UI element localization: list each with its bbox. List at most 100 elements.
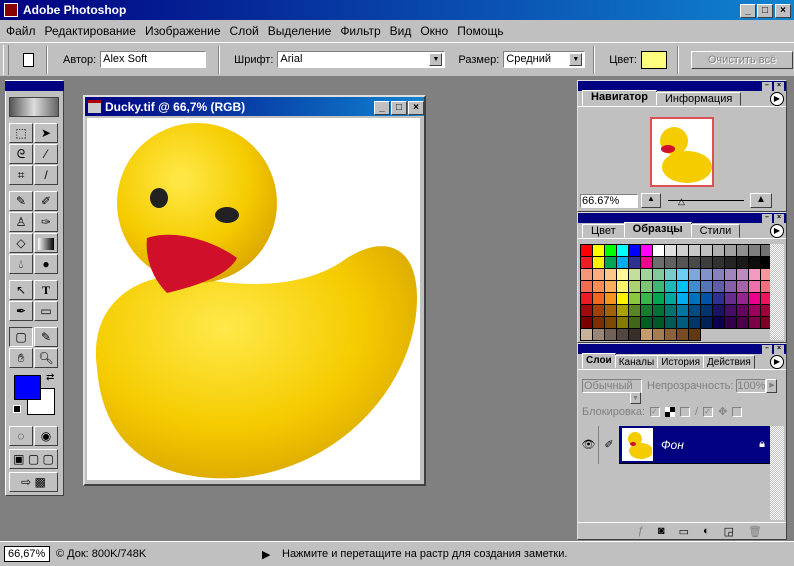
lock-all-checkbox[interactable] (732, 406, 743, 417)
swatches-scrollbar[interactable] (770, 244, 784, 340)
panel-close-button[interactable]: × (774, 345, 784, 354)
minimize-button[interactable]: _ (740, 4, 756, 18)
close-button[interactable]: × (775, 4, 791, 18)
status-bar: 66,67% © Док: 800K/748K ▶ Нажмите и пере… (0, 541, 794, 566)
move-tool[interactable]: ➤ (34, 123, 58, 143)
app-title: Adobe Photoshop (23, 3, 127, 17)
menu-edit[interactable]: Редактирование (45, 24, 136, 38)
foreground-color[interactable] (14, 375, 41, 400)
stamp-tool[interactable]: ♙ (9, 212, 33, 232)
tab-layers[interactable]: Слои (582, 353, 616, 369)
lock-image-checkbox[interactable] (680, 406, 691, 417)
navigator-thumbnail[interactable] (650, 117, 714, 187)
healing-brush-tool[interactable]: ✎ (9, 191, 33, 211)
doc-minimize-button[interactable]: _ (374, 100, 390, 115)
history-brush-tool[interactable]: ✑ (34, 212, 58, 232)
slice-tool[interactable]: / (34, 165, 58, 185)
clear-all-button[interactable]: Очистить всё (691, 50, 793, 69)
adjustment-layer-icon[interactable]: ◐ (703, 525, 710, 537)
crop-tool[interactable]: ⌗ (9, 165, 33, 185)
doc-maximize-button[interactable]: □ (391, 100, 407, 115)
visibility-eye-icon[interactable]: 👁︎ (579, 425, 599, 464)
tab-navigator[interactable]: Навигатор (582, 90, 657, 106)
default-colors-icon[interactable] (13, 405, 21, 413)
font-select[interactable]: Arial ▼ (277, 51, 446, 68)
jump-to-imageready-button[interactable]: ⇨ ▩ (9, 472, 58, 492)
zoom-tool[interactable]: 🔍︎ (34, 348, 58, 368)
opacity-slider-button[interactable]: ▶ (766, 379, 778, 393)
menu-help[interactable]: Помощь (457, 24, 503, 38)
color-swatch[interactable] (641, 50, 667, 69)
size-select[interactable]: Средний ▼ (503, 51, 586, 68)
lasso-tool[interactable]: ᘓ (9, 144, 33, 164)
quick-mask-button[interactable]: ◉ (34, 426, 58, 446)
layer-row[interactable]: 👁︎ ✐ Фон 🔒︎ (579, 425, 771, 464)
opacity-field[interactable]: 100% (736, 379, 767, 393)
menu-file[interactable]: Файл (6, 24, 36, 38)
panel-minimize-button[interactable]: – (762, 345, 772, 354)
menu-filter[interactable]: Фильтр (340, 24, 380, 38)
trash-icon[interactable]: 🗑︎ (748, 525, 762, 538)
panel-menu-icon[interactable]: ▶ (770, 92, 784, 106)
swatch[interactable] (688, 328, 701, 341)
chevron-down-icon[interactable]: ▼ (569, 53, 583, 66)
swap-colors-icon[interactable]: ⇄ (46, 372, 54, 383)
layer-style-icon[interactable]: ƒ (638, 525, 644, 537)
tab-color[interactable]: Цвет (582, 224, 625, 238)
status-menu-arrow-icon[interactable]: ▶ (262, 548, 276, 561)
magic-wand-tool[interactable]: ⁄ (34, 144, 58, 164)
menu-select[interactable]: Выделение (268, 24, 332, 38)
marquee-tool[interactable]: ⬚ (9, 123, 33, 143)
menu-image[interactable]: Изображение (145, 24, 221, 38)
blend-mode-select[interactable]: Обычный ▼ (582, 379, 642, 404)
new-layer-icon[interactable]: ◲ (724, 525, 734, 538)
standard-mode-button[interactable]: ◌ (9, 426, 33, 446)
path-selection-tool[interactable]: ↖ (9, 280, 33, 300)
layers-scrollbar[interactable] (770, 426, 784, 520)
screen-mode-buttons[interactable]: ▣ ▢ ▢ (9, 449, 58, 469)
chevron-down-icon[interactable]: ▼ (429, 53, 443, 66)
panel-minimize-button[interactable]: – (762, 214, 772, 223)
type-tool[interactable]: T (34, 280, 58, 300)
layer-brush-icon[interactable]: ✐ (599, 425, 619, 464)
author-input[interactable]: Alex Soft (100, 51, 207, 68)
navigator-zoom-field[interactable]: 66.67% (580, 194, 638, 208)
tab-info[interactable]: Информация (655, 92, 742, 106)
eyedropper-tool[interactable]: ✎ (34, 327, 58, 347)
lock-transparency-checkbox[interactable]: ✓ (650, 406, 661, 417)
panel-menu-icon[interactable]: ▶ (770, 355, 784, 369)
menu-layer[interactable]: Слой (230, 24, 259, 38)
tab-actions[interactable]: Действия (702, 355, 755, 369)
zoom-slider-handle[interactable]: △ (678, 196, 685, 207)
notes-tool-icon[interactable] (23, 52, 34, 67)
eraser-tool[interactable]: ◇ (9, 233, 33, 253)
tab-channels[interactable]: Каналы (614, 355, 659, 369)
blur-tool[interactable]: 💧︎ (9, 254, 33, 274)
canvas[interactable] (87, 118, 420, 480)
zoom-in-button[interactable]: ▲ (750, 193, 772, 208)
dodge-tool[interactable]: ● (34, 254, 58, 274)
status-zoom-field[interactable]: 66,67% (4, 546, 50, 562)
menu-window[interactable]: Окно (420, 24, 448, 38)
panel-menu-icon[interactable]: ▶ (770, 224, 784, 238)
pen-tool[interactable]: ✒ (9, 301, 33, 321)
zoom-out-button[interactable]: ▲ (641, 193, 661, 208)
brush-tool[interactable]: ✐ (34, 191, 58, 211)
panel-minimize-button[interactable]: – (762, 82, 772, 91)
panel-close-button[interactable]: × (774, 214, 784, 223)
hand-tool[interactable]: ✋︎ (9, 348, 33, 368)
panel-close-button[interactable]: × (774, 82, 784, 91)
layer-mask-icon[interactable]: ◙ (658, 525, 665, 537)
new-set-folder-icon[interactable]: ▭ (679, 525, 689, 538)
tab-swatches[interactable]: Образцы (623, 222, 692, 238)
lock-position-checkbox[interactable]: ✓ (703, 406, 714, 417)
gradient-tool[interactable] (34, 233, 58, 253)
menu-view[interactable]: Вид (390, 24, 412, 38)
tab-history[interactable]: История (657, 355, 704, 369)
tab-styles[interactable]: Стили (690, 224, 741, 238)
doc-close-button[interactable]: × (408, 100, 424, 115)
adobe-online-icon[interactable] (9, 97, 59, 117)
notes-tool[interactable]: ▢ (9, 327, 33, 347)
maximize-button[interactable]: □ (757, 4, 773, 18)
rectangle-tool[interactable]: ▭ (34, 301, 58, 321)
